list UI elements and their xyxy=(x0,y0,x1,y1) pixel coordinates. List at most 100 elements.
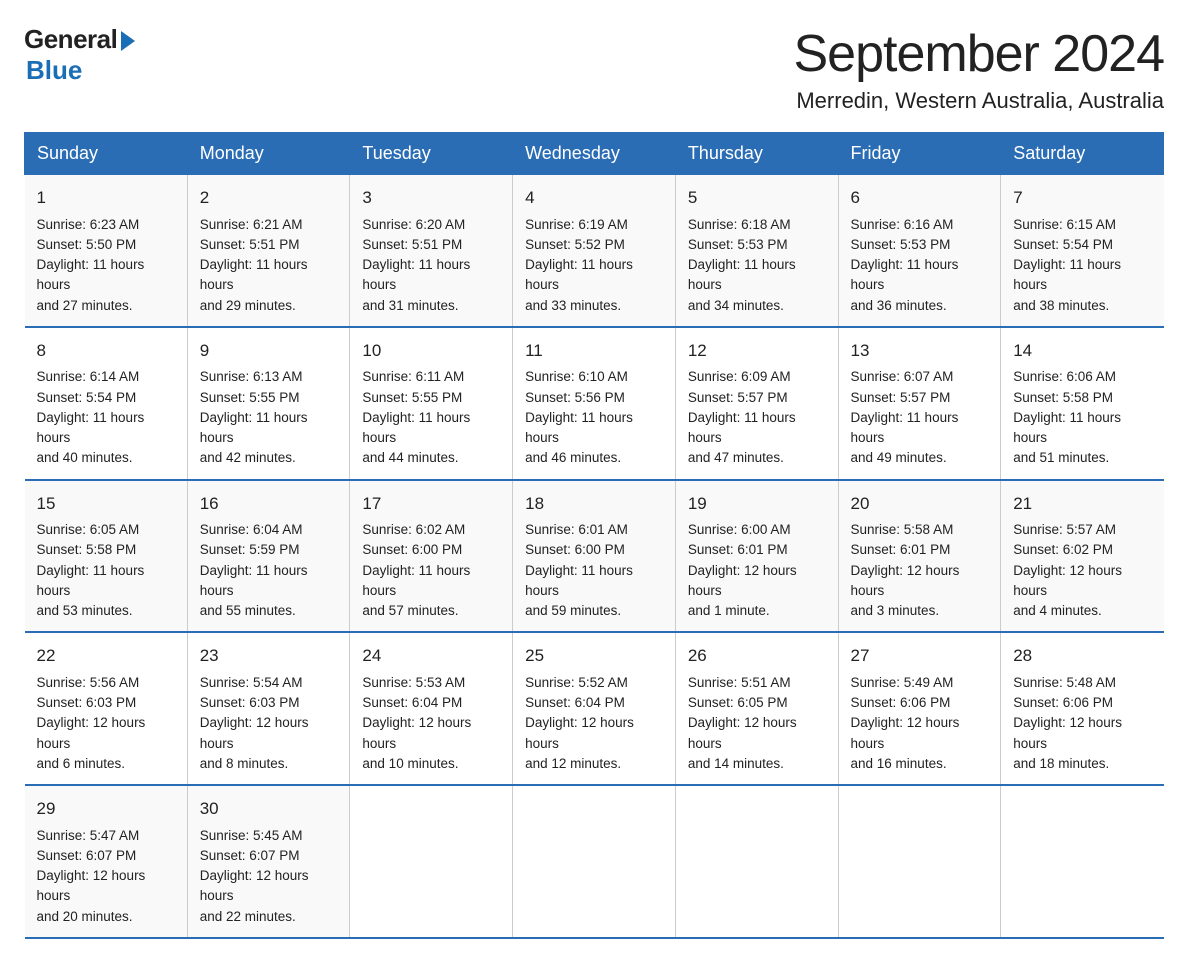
calendar-cell: 2 Sunrise: 6:21 AMSunset: 5:51 PMDaylight… xyxy=(187,175,350,327)
day-info: Sunrise: 5:53 AMSunset: 6:04 PMDaylight:… xyxy=(362,673,500,774)
day-number: 12 xyxy=(688,338,826,364)
day-info: Sunrise: 6:05 AMSunset: 5:58 PMDaylight:… xyxy=(37,520,175,621)
calendar-week-row: 8Sunrise: 6:14 AMSunset: 5:54 PMDaylight… xyxy=(25,327,1164,480)
day-info: Sunrise: 6:19 AMSunset: 5:52 PMDaylight:… xyxy=(525,215,663,316)
day-info: Sunrise: 5:47 AMSunset: 6:07 PMDaylight:… xyxy=(37,826,175,927)
header-sunday: Sunday xyxy=(25,133,188,175)
day-info: Sunrise: 6:04 AMSunset: 5:59 PMDaylight:… xyxy=(200,520,338,621)
day-info: Sunrise: 6:13 AMSunset: 5:55 PMDaylight:… xyxy=(200,367,338,468)
day-info: Sunrise: 6:06 AMSunset: 5:58 PMDaylight:… xyxy=(1013,367,1151,468)
calendar-cell: 7 Sunrise: 6:15 AMSunset: 5:54 PMDaylight… xyxy=(1001,175,1164,327)
day-number: 20 xyxy=(851,491,989,517)
calendar-cell: 15 Sunrise: 6:05 AMSunset: 5:58 PMDayligh… xyxy=(25,480,188,633)
location-title: Merredin, Western Australia, Australia xyxy=(794,88,1165,114)
calendar-cell: 28 Sunrise: 5:48 AMSunset: 6:06 PMDayligh… xyxy=(1001,632,1164,785)
calendar-header-row: SundayMondayTuesdayWednesdayThursdayFrid… xyxy=(25,133,1164,175)
day-info: Sunrise: 6:07 AMSunset: 5:57 PMDaylight:… xyxy=(851,367,989,468)
day-number: 8 xyxy=(37,338,175,364)
header-thursday: Thursday xyxy=(675,133,838,175)
header-monday: Monday xyxy=(187,133,350,175)
day-info: Sunrise: 6:00 AMSunset: 6:01 PMDaylight:… xyxy=(688,520,826,621)
calendar-week-row: 22 Sunrise: 5:56 AMSunset: 6:03 PMDayligh… xyxy=(25,632,1164,785)
calendar-cell: 27Sunrise: 5:49 AMSunset: 6:06 PMDayligh… xyxy=(838,632,1001,785)
day-info: Sunrise: 6:18 AMSunset: 5:53 PMDaylight:… xyxy=(688,215,826,316)
day-number: 7 xyxy=(1013,185,1151,211)
day-info: Sunrise: 6:21 AMSunset: 5:51 PMDaylight:… xyxy=(200,215,338,316)
day-info: Sunrise: 6:20 AMSunset: 5:51 PMDaylight:… xyxy=(362,215,500,316)
day-info: Sunrise: 5:45 AMSunset: 6:07 PMDaylight:… xyxy=(200,826,338,927)
day-info: Sunrise: 5:58 AMSunset: 6:01 PMDaylight:… xyxy=(851,520,989,621)
calendar-cell: 18Sunrise: 6:01 AMSunset: 6:00 PMDayligh… xyxy=(513,480,676,633)
day-info: Sunrise: 5:56 AMSunset: 6:03 PMDaylight:… xyxy=(37,673,175,774)
calendar-cell: 30 Sunrise: 5:45 AMSunset: 6:07 PMDayligh… xyxy=(187,785,350,938)
day-info: Sunrise: 5:54 AMSunset: 6:03 PMDaylight:… xyxy=(200,673,338,774)
calendar-cell: 3 Sunrise: 6:20 AMSunset: 5:51 PMDaylight… xyxy=(350,175,513,327)
day-number: 1 xyxy=(37,185,175,211)
day-number: 3 xyxy=(362,185,500,211)
calendar-cell: 19 Sunrise: 6:00 AMSunset: 6:01 PMDayligh… xyxy=(675,480,838,633)
day-number: 13 xyxy=(851,338,989,364)
day-info: Sunrise: 6:16 AMSunset: 5:53 PMDaylight:… xyxy=(851,215,989,316)
calendar-table: SundayMondayTuesdayWednesdayThursdayFrid… xyxy=(24,132,1164,939)
calendar-cell: 22 Sunrise: 5:56 AMSunset: 6:03 PMDayligh… xyxy=(25,632,188,785)
calendar-cell: 23 Sunrise: 5:54 AMSunset: 6:03 PMDayligh… xyxy=(187,632,350,785)
header-friday: Friday xyxy=(838,133,1001,175)
day-number: 14 xyxy=(1013,338,1151,364)
day-number: 26 xyxy=(688,643,826,669)
day-number: 18 xyxy=(525,491,663,517)
day-number: 28 xyxy=(1013,643,1151,669)
day-info: Sunrise: 6:11 AMSunset: 5:55 PMDaylight:… xyxy=(362,367,500,468)
day-info: Sunrise: 6:15 AMSunset: 5:54 PMDaylight:… xyxy=(1013,215,1151,316)
calendar-cell xyxy=(838,785,1001,938)
calendar-cell: 24 Sunrise: 5:53 AMSunset: 6:04 PMDayligh… xyxy=(350,632,513,785)
calendar-cell: 9 Sunrise: 6:13 AMSunset: 5:55 PMDaylight… xyxy=(187,327,350,480)
calendar-cell: 13 Sunrise: 6:07 AMSunset: 5:57 PMDayligh… xyxy=(838,327,1001,480)
logo: General Blue xyxy=(24,24,135,86)
day-info: Sunrise: 6:23 AMSunset: 5:50 PMDaylight:… xyxy=(37,215,175,316)
calendar-cell: 6 Sunrise: 6:16 AMSunset: 5:53 PMDaylight… xyxy=(838,175,1001,327)
calendar-cell: 26 Sunrise: 5:51 AMSunset: 6:05 PMDayligh… xyxy=(675,632,838,785)
day-info: Sunrise: 6:10 AMSunset: 5:56 PMDaylight:… xyxy=(525,367,663,468)
title-section: September 2024 Merredin, Western Austral… xyxy=(794,24,1165,114)
calendar-cell: 4Sunrise: 6:19 AMSunset: 5:52 PMDaylight… xyxy=(513,175,676,327)
day-number: 19 xyxy=(688,491,826,517)
day-info: Sunrise: 6:02 AMSunset: 6:00 PMDaylight:… xyxy=(362,520,500,621)
calendar-cell: 1 Sunrise: 6:23 AMSunset: 5:50 PMDaylight… xyxy=(25,175,188,327)
calendar-week-row: 15 Sunrise: 6:05 AMSunset: 5:58 PMDayligh… xyxy=(25,480,1164,633)
logo-arrow-icon xyxy=(121,31,135,51)
day-number: 5 xyxy=(688,185,826,211)
header-saturday: Saturday xyxy=(1001,133,1164,175)
day-number: 2 xyxy=(200,185,338,211)
day-number: 24 xyxy=(362,643,500,669)
day-info: Sunrise: 5:51 AMSunset: 6:05 PMDaylight:… xyxy=(688,673,826,774)
day-number: 25 xyxy=(525,643,663,669)
day-info: Sunrise: 6:09 AMSunset: 5:57 PMDaylight:… xyxy=(688,367,826,468)
logo-blue-text: Blue xyxy=(26,55,82,86)
calendar-cell xyxy=(513,785,676,938)
page-header: General Blue September 2024 Merredin, We… xyxy=(24,24,1164,114)
calendar-cell: 29Sunrise: 5:47 AMSunset: 6:07 PMDayligh… xyxy=(25,785,188,938)
day-info: Sunrise: 5:48 AMSunset: 6:06 PMDaylight:… xyxy=(1013,673,1151,774)
day-number: 15 xyxy=(37,491,175,517)
day-number: 9 xyxy=(200,338,338,364)
day-number: 27 xyxy=(851,643,989,669)
calendar-cell: 14 Sunrise: 6:06 AMSunset: 5:58 PMDayligh… xyxy=(1001,327,1164,480)
calendar-cell: 5 Sunrise: 6:18 AMSunset: 5:53 PMDaylight… xyxy=(675,175,838,327)
day-info: Sunrise: 5:57 AMSunset: 6:02 PMDaylight:… xyxy=(1013,520,1151,621)
day-number: 6 xyxy=(851,185,989,211)
calendar-cell: 21Sunrise: 5:57 AMSunset: 6:02 PMDayligh… xyxy=(1001,480,1164,633)
calendar-week-row: 29Sunrise: 5:47 AMSunset: 6:07 PMDayligh… xyxy=(25,785,1164,938)
day-number: 11 xyxy=(525,338,663,364)
day-number: 10 xyxy=(362,338,500,364)
calendar-cell xyxy=(1001,785,1164,938)
day-number: 30 xyxy=(200,796,338,822)
logo-general-text: General xyxy=(24,24,117,55)
header-tuesday: Tuesday xyxy=(350,133,513,175)
calendar-cell: 12 Sunrise: 6:09 AMSunset: 5:57 PMDayligh… xyxy=(675,327,838,480)
day-number: 22 xyxy=(37,643,175,669)
day-number: 23 xyxy=(200,643,338,669)
calendar-cell: 25Sunrise: 5:52 AMSunset: 6:04 PMDayligh… xyxy=(513,632,676,785)
calendar-cell: 20 Sunrise: 5:58 AMSunset: 6:01 PMDayligh… xyxy=(838,480,1001,633)
day-number: 17 xyxy=(362,491,500,517)
calendar-week-row: 1 Sunrise: 6:23 AMSunset: 5:50 PMDaylight… xyxy=(25,175,1164,327)
